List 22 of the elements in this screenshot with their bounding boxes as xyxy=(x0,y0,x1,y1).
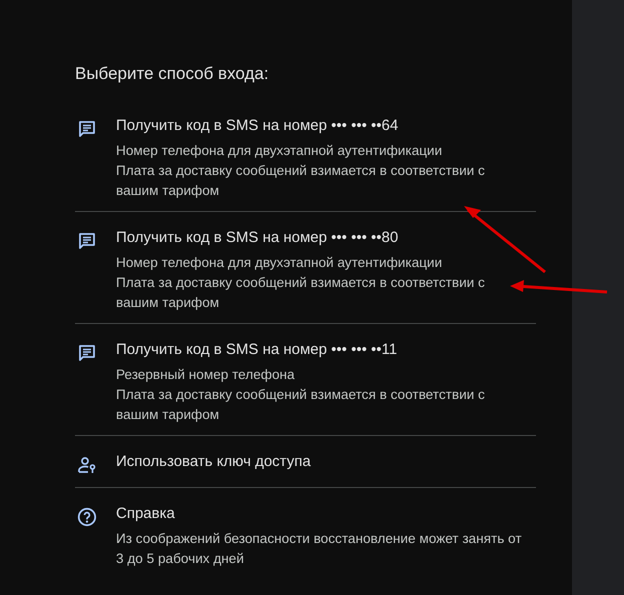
option-title: Получить код в SMS на номер ••• ••• ••11 xyxy=(116,340,398,360)
option-title: Получить код в SMS на номер ••• ••• ••80 xyxy=(116,228,400,248)
sign-in-option[interactable]: Получить код в SMS на номер ••• ••• ••11 Резервный номер телефона Плата за доставку сообщений взимается в соответствии с вашим тарифом xyxy=(75,324,536,436)
option-title: Справка xyxy=(116,504,176,524)
message-icon xyxy=(77,230,97,251)
sign-in-option[interactable]: Справка Из соображений безопасности восстановление может занять от 3 до 5 рабочих дней xyxy=(75,488,536,579)
option-description: Резервный номер телефона xyxy=(116,366,296,384)
option-description: Плата за доставку сообщений взимается в соответствии с вашим тарифом xyxy=(116,274,486,312)
option-description: Номер телефона для двухэтапной аутентификации xyxy=(116,254,444,272)
sign-in-option[interactable]: Использовать ключ доступа xyxy=(75,436,536,488)
option-description: Номер телефона для двухэтапной аутентификации xyxy=(116,142,444,160)
help-icon xyxy=(77,506,97,527)
person-key-icon xyxy=(77,454,97,475)
option-description: Плата за доставку сообщений взимается в соответствии с вашим тарифом xyxy=(116,162,486,200)
heading: Выберите способ входа: xyxy=(75,63,270,85)
message-icon xyxy=(77,342,97,363)
option-description: Плата за доставку сообщений взимается в соответствии с вашим тарифом xyxy=(116,386,486,424)
message-icon xyxy=(77,118,97,139)
option-title: Использовать ключ доступа xyxy=(116,452,311,472)
sign-in-option[interactable]: Получить код в SMS на номер ••• ••• ••64 Номер телефона для двухэтапной аутентификации Плата за доставку сообщений взимается в соответствии с вашим тарифом xyxy=(75,100,536,212)
option-title: Получить код в SMS на номер ••• ••• ••64 xyxy=(116,116,400,136)
option-description: Из соображений безопасности восстановление может занять от 3 до 5 рабочих дней xyxy=(116,530,523,568)
